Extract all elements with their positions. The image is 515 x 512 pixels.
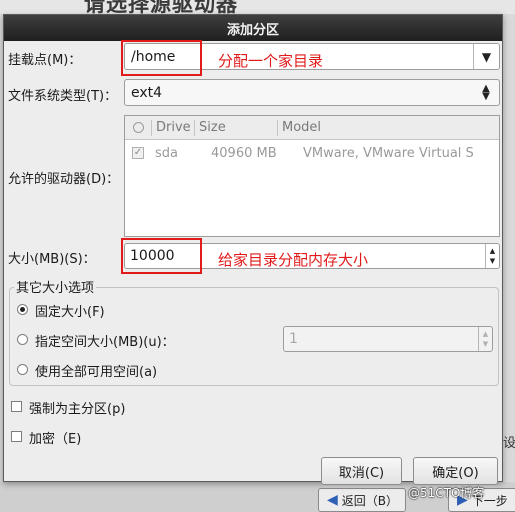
ok-button[interactable]: 确定(O) xyxy=(413,457,498,485)
fill-up-to-radio[interactable] xyxy=(17,334,28,345)
drive-size: 40960 MB xyxy=(211,145,277,161)
updown-icon: ▲ ▼ xyxy=(482,82,490,102)
drive-row[interactable]: ✓ sda 40960 MB VMware, VMware Virtual S xyxy=(125,140,499,166)
column-model[interactable]: Model xyxy=(278,120,499,135)
drive-checkbox[interactable]: ✓ xyxy=(132,147,144,159)
arrow-left-icon: ◀ xyxy=(327,492,338,508)
size-options-title: 其它大小选项 xyxy=(14,277,97,296)
drive-model: VMware, VMware Virtual S xyxy=(303,145,474,161)
cancel-button[interactable]: 取消(C) xyxy=(321,457,402,485)
fixed-size-label: 固定大小(F) xyxy=(35,305,105,320)
background-side-text: 设 xyxy=(503,436,515,451)
back-button[interactable]: ◀ 返回（B） xyxy=(318,488,406,512)
size-label: 大小(MB)(S)： xyxy=(8,252,96,267)
fill-up-to-input[interactable]: 1 xyxy=(284,331,478,347)
fill-up-to-spinbox[interactable]: 1 ▲ ▼ xyxy=(283,326,493,352)
mount-point-highlight xyxy=(121,40,202,76)
background-header xyxy=(0,0,515,14)
mount-point-label: 挂载点(M)： xyxy=(8,53,82,68)
encrypt-label: 加密（E) xyxy=(29,432,82,447)
chevron-down-icon[interactable]: ▼ xyxy=(473,44,499,69)
dialog-title: 添加分区 xyxy=(4,15,502,41)
watermark: @51CTO博客 xyxy=(408,486,485,500)
mount-point-annotation: 分配一个家目录 xyxy=(218,52,324,70)
size-annotation: 给家目录分配内存大小 xyxy=(218,251,369,269)
fs-type-label: 文件系统类型(T)： xyxy=(8,89,118,104)
add-partition-dialog: 添加分区 挂载点(M)： /home ▼ 分配一个家目录 文件系统类型(T)： … xyxy=(3,14,503,485)
drive-list[interactable]: Drive Size Model ✓ sda 40960 MB VMware, … xyxy=(124,115,500,237)
fs-type-select[interactable]: ext4 ▲ ▼ xyxy=(124,79,500,106)
fill-all-radio[interactable] xyxy=(17,364,28,375)
force-primary-label: 强制为主分区(p) xyxy=(29,402,126,417)
column-drive[interactable]: Drive xyxy=(152,120,194,135)
header-check-icon xyxy=(132,122,144,133)
spin-arrows-icon[interactable]: ▲ ▼ xyxy=(478,327,492,351)
spin-arrows-icon[interactable]: ▲ ▼ xyxy=(485,244,499,268)
fs-type-value: ext4 xyxy=(131,84,163,101)
fill-up-to-label: 指定空间大小(MB)(u)： xyxy=(35,335,175,350)
fixed-size-radio[interactable] xyxy=(17,304,28,315)
drive-name: sda xyxy=(155,145,178,161)
force-primary-checkbox[interactable] xyxy=(11,401,22,412)
encrypt-checkbox[interactable] xyxy=(11,431,22,442)
size-highlight xyxy=(121,238,202,274)
fill-all-label: 使用全部可用空间(a) xyxy=(35,365,158,380)
allowed-drives-label: 允许的驱动器(D)： xyxy=(8,172,120,187)
column-size[interactable]: Size xyxy=(195,120,277,135)
drive-list-header: Drive Size Model xyxy=(125,116,499,140)
